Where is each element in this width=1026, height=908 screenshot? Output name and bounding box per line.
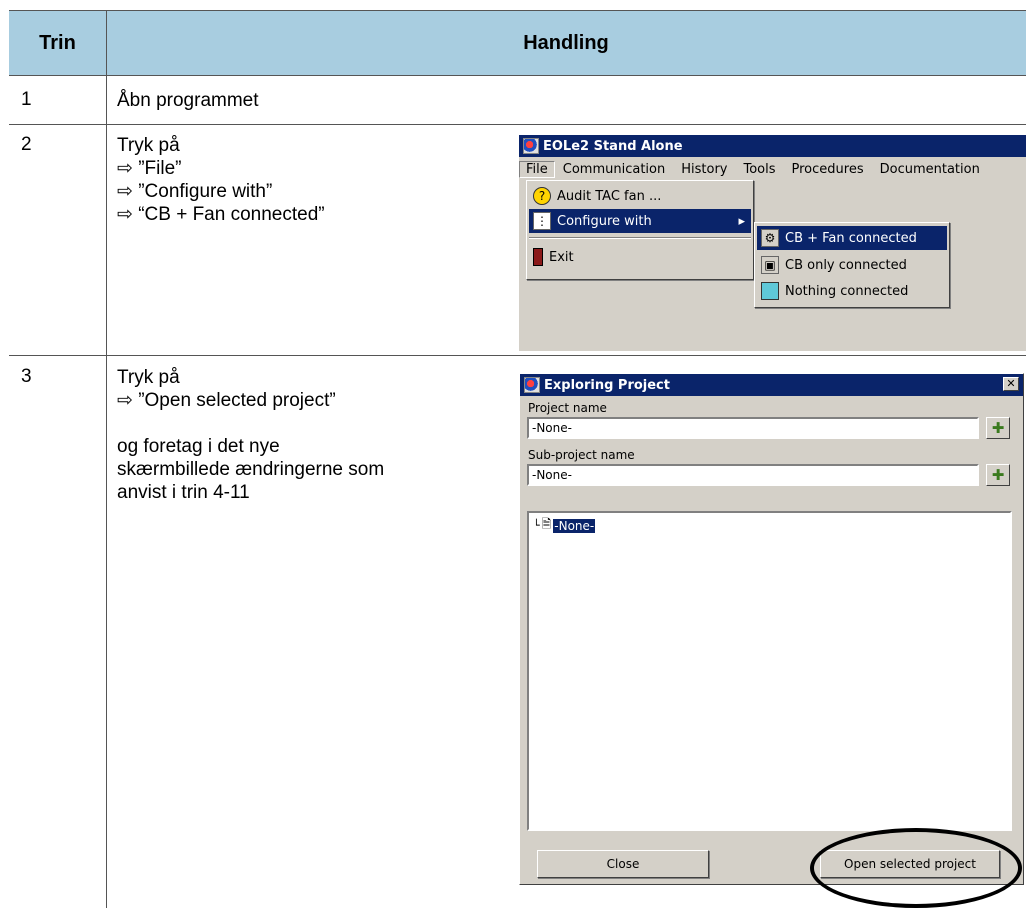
cb-icon: ▣ [761,256,779,274]
header-handling: Handling [523,31,609,54]
step-line-blank [117,412,384,435]
box-icon [761,282,779,300]
project-name-field[interactable]: -None- [527,417,979,439]
add-project-button[interactable]: ✚ [986,417,1010,439]
step-line: ⇨ ”Open selected project” [117,390,336,411]
submenu-label: CB + Fan connected [785,230,917,246]
tree-item-label: -None- [553,518,596,533]
submenu-label: Nothing connected [785,283,909,299]
step-line: Tryk på [117,135,180,156]
step-line: Åbn programmet [117,90,259,111]
tree-branch-icon: └ [533,519,540,532]
menu-screenshot: EOLe2 Stand Alone File Communication His… [519,135,1026,351]
tree-item[interactable]: └ 🗎 -None- [533,515,596,536]
cb-fan-icon: ⚙ [761,229,779,247]
step-line: anvist i trin 4-11 [117,482,250,503]
step-number: 3 [21,366,32,387]
submenu-item-cb-fan[interactable]: ⚙ CB + Fan connected [757,226,947,250]
help-icon: ? [533,187,551,205]
step-line: og foretag i det nye [117,436,280,457]
table-header: Trin Handling [9,10,1026,76]
close-icon[interactable]: ✕ [1003,377,1019,391]
app-title: EOLe2 Stand Alone [543,138,683,154]
menu-separator [529,237,751,239]
menu-item-label: Audit TAC fan ... [557,188,662,204]
exploring-project-dialog: Exploring Project ✕ Project name -None- … [519,373,1024,885]
row-divider [9,124,1026,125]
column-divider [106,10,107,908]
project-tree: └ 🗎 -None- [527,511,1012,831]
file-dropdown: ? Audit TAC fan ... ⋮ Configure with ▸ E… [526,180,754,280]
app-titlebar: EOLe2 Stand Alone [519,135,1026,157]
dialog-titlebar: Exploring Project ✕ [520,374,1023,396]
menu-item-audit[interactable]: ? Audit TAC fan ... [529,184,751,208]
exit-icon [533,248,543,266]
sub-project-name-field[interactable]: -None- [527,464,979,486]
submenu-arrow-icon: ▸ [738,213,745,229]
configure-submenu: ⚙ CB + Fan connected ▣ CB only connected… [754,222,950,308]
project-name-label: Project name [528,401,607,415]
row-divider [9,355,1026,356]
step-text: Åbn programmet [117,89,259,112]
menu-documentation[interactable]: Documentation [872,162,988,177]
menu-tools[interactable]: Tools [735,162,783,177]
menu-item-configure[interactable]: ⋮ Configure with ▸ [529,209,751,233]
step-number: 1 [21,89,32,110]
app-logo-icon [523,138,539,154]
menu-item-label: Configure with [557,213,652,229]
highlight-circle [810,828,1022,908]
menu-item-label: Exit [549,249,574,265]
step-text: Tryk på ⇨ ”Open selected project” og for… [117,366,384,504]
submenu-item-nothing[interactable]: Nothing connected [757,279,947,303]
submenu-item-cb-only[interactable]: ▣ CB only connected [757,253,947,277]
step-text: Tryk på ⇨ ”File” ⇨ ”Configure with” ⇨ “C… [117,134,325,226]
tree-icon: ⋮ [533,212,551,230]
submenu-label: CB only connected [785,257,907,273]
menu-item-exit[interactable]: Exit [529,245,751,269]
header-trin: Trin [39,31,76,54]
document-icon: 🗎 [541,517,552,531]
close-button[interactable]: Close [537,850,709,878]
dialog-title: Exploring Project [544,377,670,393]
step-line: ⇨ ”File” [117,158,182,179]
add-sub-project-button[interactable]: ✚ [986,464,1010,486]
step-line: ⇨ “CB + Fan connected” [117,204,325,225]
sub-project-name-label: Sub-project name [528,448,635,462]
app-logo-icon [524,377,540,393]
step-line: skærmbillede ændringerne som [117,459,385,480]
menu-communication[interactable]: Communication [555,162,673,177]
menu-history[interactable]: History [673,162,735,177]
step-line: ⇨ ”Configure with” [117,181,273,202]
step-line: Tryk på [117,367,180,388]
step-number: 2 [21,134,32,155]
menu-bar: File Communication History Tools Procedu… [519,158,1026,180]
menu-file[interactable]: File [519,160,555,178]
menu-procedures[interactable]: Procedures [784,162,872,177]
